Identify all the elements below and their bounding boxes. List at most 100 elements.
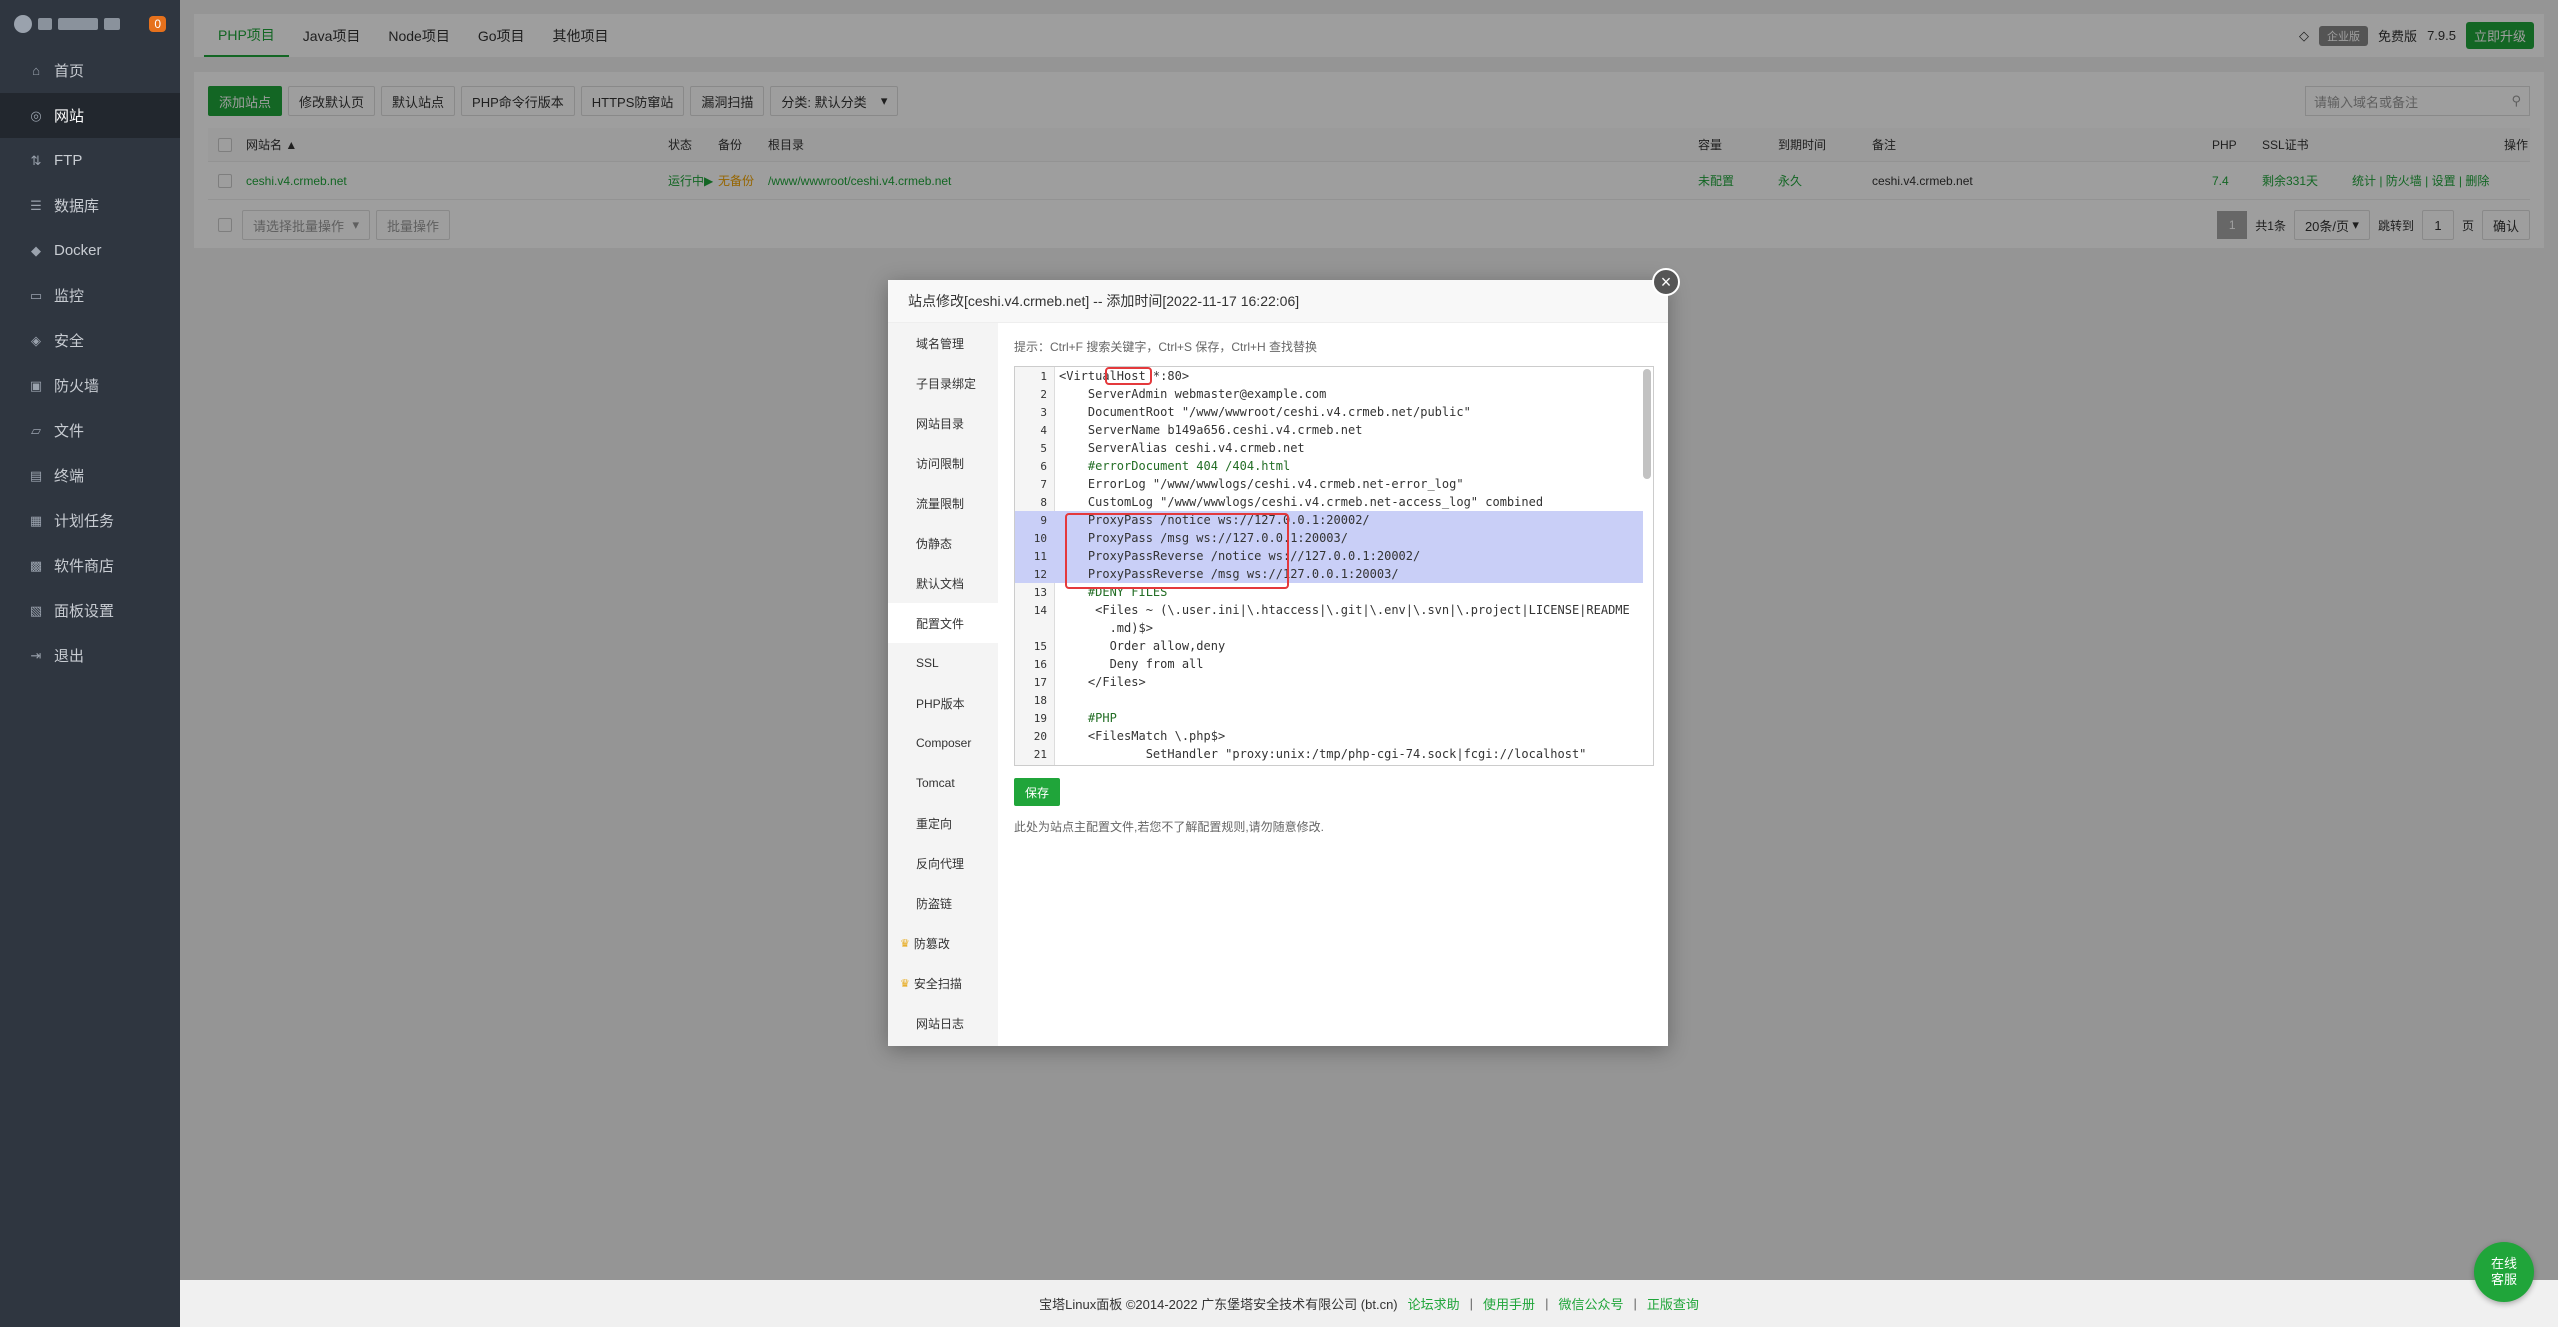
close-icon[interactable]: × (1652, 268, 1680, 296)
modal-nav-item[interactable]: Tomcat (888, 763, 998, 803)
code-text: <FilesMatch \.php$> (1059, 729, 1226, 743)
modal-nav-item[interactable]: 防盗链 (888, 883, 998, 923)
modal-nav-item[interactable]: 访问限制 (888, 443, 998, 483)
modal-nav-item[interactable]: 反向代理 (888, 843, 998, 883)
separator: | (1545, 1296, 1549, 1311)
code-line: 17 </Files> (1015, 673, 1643, 691)
sidebar-item-label: 文件 (54, 423, 85, 440)
modal-nav-item[interactable]: 子目录绑定 (888, 363, 998, 403)
sidebar-item-label: 终端 (54, 468, 85, 485)
modal-nav-label: 流量限制 (916, 496, 965, 511)
sidebar-item-label: 监控 (54, 288, 85, 305)
modal-nav-item[interactable]: 流量限制 (888, 483, 998, 523)
code-text: ServerAlias ceshi.v4.crmeb.net (1059, 441, 1305, 455)
modal-nav-item[interactable]: PHP版本 (888, 683, 998, 723)
line-number: 10 (1033, 531, 1047, 545)
terminal-icon: ▤ (29, 467, 43, 483)
modal-nav-item[interactable]: 重定向 (888, 803, 998, 843)
modal-nav-item[interactable]: SSL (888, 643, 998, 683)
sidebar-item[interactable]: ▭ 监控 (0, 273, 180, 318)
highlight-box-proxy (1065, 513, 1289, 589)
sidebar-item[interactable]: ⇅ FTP (0, 138, 180, 183)
page-footer: 宝塔Linux面板 ©2014-2022 广东堡塔安全技术有限公司 (bt.cn… (180, 1280, 2558, 1327)
code-line: 20 <FilesMatch \.php$> (1015, 727, 1643, 745)
settings-icon: ▧ (29, 602, 43, 618)
code-line: 4 ServerName b149a656.ceshi.v4.crmeb.net (1015, 421, 1643, 439)
line-number: 12 (1033, 567, 1047, 581)
database-icon: ☰ (30, 197, 42, 213)
sidebar-item-label: 计划任务 (54, 513, 115, 530)
logo-icon (14, 15, 32, 33)
sidebar-item[interactable]: ▤ 终端 (0, 453, 180, 498)
sidebar-item[interactable]: ◎ 网站 (0, 93, 180, 138)
code-text: Deny from all (1059, 657, 1204, 671)
notification-badge[interactable]: 0 (149, 16, 166, 32)
modal-nav-item[interactable]: 网站日志 (888, 1003, 998, 1043)
sidebar-item[interactable]: ▧ 面板设置 (0, 588, 180, 633)
sidebar-item-label: 网站 (54, 108, 85, 125)
code-text: CustomLog "/www/wwwlogs/ceshi.v4.crmeb.n… (1059, 495, 1544, 509)
folder-icon: ▱ (31, 422, 41, 438)
blurred-ip-segment (58, 18, 98, 30)
line-number: 21 (1033, 747, 1047, 761)
site-edit-modal: 站点修改[ceshi.v4.crmeb.net] -- 添加时间[2022-11… (888, 268, 1680, 1046)
sidebar-item[interactable]: ☰ 数据库 (0, 183, 180, 228)
wechat-link[interactable]: 微信公众号 (1558, 1294, 1623, 1313)
line-number: 19 (1033, 711, 1047, 725)
config-editor[interactable]: 1 <VirtualHost *:80> 2 ServerAdmin webmast… (1014, 366, 1654, 766)
manual-link[interactable]: 使用手册 (1483, 1294, 1535, 1313)
modal-nav-item[interactable]: 伪静态 (888, 523, 998, 563)
modal-nav-item[interactable]: ♛ 安全扫描 (888, 963, 998, 1003)
modal-nav-label: 访问限制 (916, 456, 965, 471)
crown-icon: ♛ (900, 937, 910, 950)
code-text: ErrorLog "/www/wwwlogs/ceshi.v4.crmeb.ne… (1059, 477, 1464, 491)
sidebar-item[interactable]: ▣ 防火墙 (0, 363, 180, 408)
modal-nav-label: 子目录绑定 (916, 376, 977, 391)
sidebar-item[interactable]: ⌂ 首页 (0, 48, 180, 93)
code-line: 19 #PHP (1015, 709, 1643, 727)
modal-nav-label: PHP版本 (916, 696, 965, 711)
code-line: 7 ErrorLog "/www/wwwlogs/ceshi.v4.crmeb.… (1015, 475, 1643, 493)
blurred-ip-segment (104, 18, 120, 30)
save-button[interactable]: 保存 (1014, 778, 1060, 806)
license-check-link[interactable]: 正版查询 (1647, 1294, 1699, 1313)
sidebar-item[interactable]: ▩ 软件商店 (0, 543, 180, 588)
modal-nav-item[interactable]: ♛ 防篡改 (888, 923, 998, 963)
modal-nav-item[interactable]: 网站目录 (888, 403, 998, 443)
code-line: 14 <Files ~ (\.user.ini|\.htaccess|\.git… (1015, 601, 1643, 619)
modal-nav-label: 伪静态 (916, 536, 953, 551)
modal-nav-label: 网站日志 (916, 1016, 965, 1031)
separator: | (1469, 1296, 1474, 1311)
modal-nav-item[interactable]: 默认文档 (888, 563, 998, 603)
online-support-button[interactable]: 在线 客服 (2474, 1242, 2534, 1302)
sidebar-item-label: FTP (54, 152, 83, 169)
line-number: 20 (1033, 729, 1047, 743)
sidebar-item[interactable]: ◆ Docker (0, 228, 180, 273)
calendar-icon: ▦ (29, 512, 43, 528)
crown-icon: ♛ (900, 977, 910, 990)
line-number: 5 (1040, 441, 1047, 455)
sidebar: 0 ⌂ 首页 ◎ 网站 ⇅ FTP ☰ 数据库 ◆ Docker ▭ 监控 ◈ 安全 ▣ 防火墙 ▱ 文件 ▤ 终端 ▦… (0, 0, 180, 1327)
config-note: 此处为站点主配置文件,若您不了解配置规则,请勿随意修改. (1014, 820, 1325, 834)
editor-tip: 提示：Ctrl+F 搜索关键字，Ctrl+S 保存，Ctrl+H 查找替换 (1014, 340, 1318, 354)
line-number: 3 (1040, 405, 1047, 419)
modal-nav-item[interactable]: Composer (888, 723, 998, 763)
line-number: 7 (1040, 477, 1047, 491)
highlight-box-port (1105, 367, 1152, 385)
modal-nav-item[interactable]: 域名管理 (888, 323, 998, 363)
code-text: ServerAdmin webmaster@example.com (1059, 387, 1327, 401)
modal-nav-label: 域名管理 (916, 336, 965, 351)
sidebar-item[interactable]: ◈ 安全 (0, 318, 180, 363)
editor-scrollbar[interactable] (1643, 369, 1651, 479)
line-number: 18 (1033, 693, 1047, 707)
sidebar-item[interactable]: ▱ 文件 (0, 408, 180, 453)
code-line: 2 ServerAdmin webmaster@example.com (1015, 385, 1643, 403)
firewall-icon: ▣ (29, 377, 43, 393)
sidebar-item[interactable]: ⇥ 退出 (0, 633, 180, 678)
sidebar-item-label: 软件商店 (54, 558, 115, 575)
forum-link[interactable]: 论坛求助 (1408, 1294, 1460, 1313)
code-text: <Files ~ (\.user.ini|\.htaccess|\.git|\.… (1059, 603, 1630, 617)
sidebar-item[interactable]: ▦ 计划任务 (0, 498, 180, 543)
modal-nav-item[interactable]: 配置文件 (888, 603, 998, 643)
line-number: 1 (1040, 369, 1047, 383)
